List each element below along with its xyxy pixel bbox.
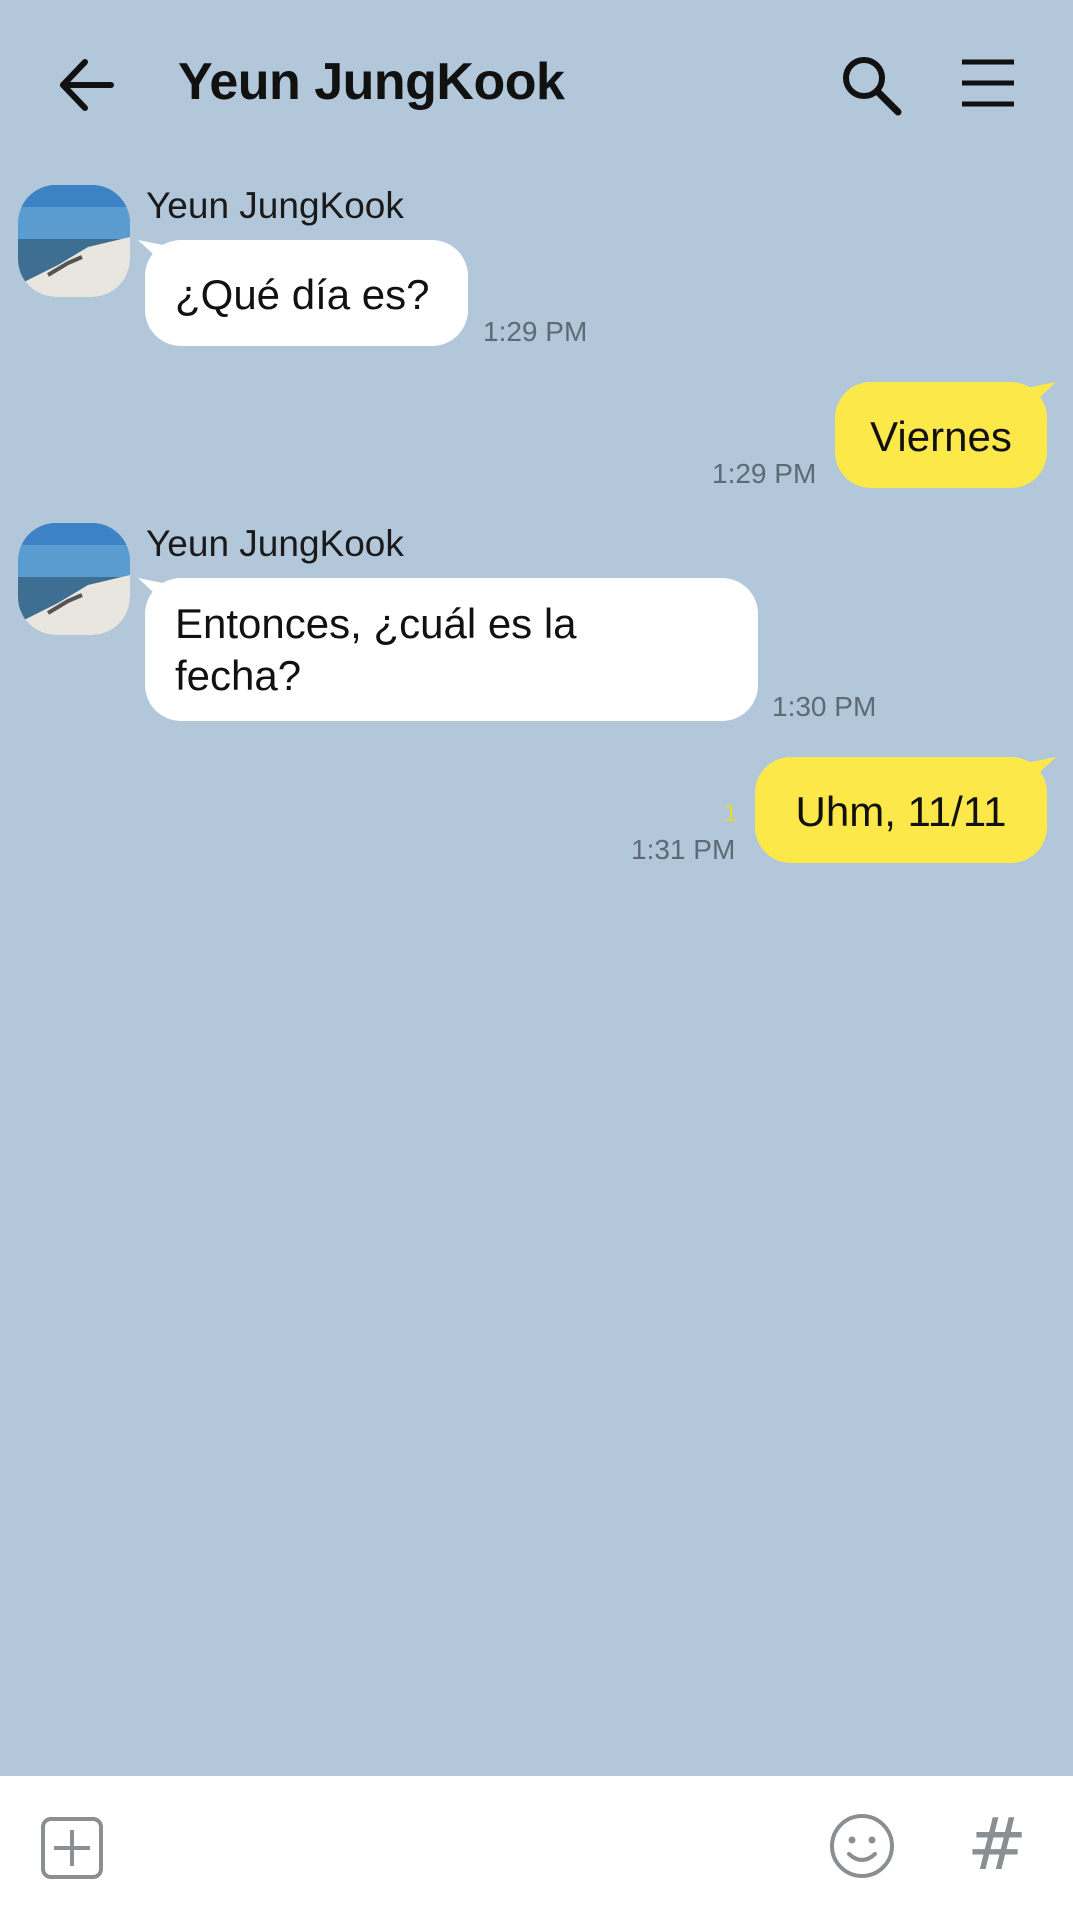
emoji-button[interactable] — [828, 1812, 896, 1880]
attach-button[interactable] — [40, 1816, 104, 1880]
sender-name: Yeun JungKook — [146, 523, 404, 564]
contact-avatar[interactable] — [18, 523, 130, 635]
chat-title: Yeun JungKook — [178, 53, 565, 111]
message-time: 1:29 PM — [483, 316, 588, 347]
message-time: 1:29 PM — [712, 458, 817, 489]
hashtag-button[interactable]: # — [962, 1804, 1032, 1884]
contact-avatar[interactable] — [18, 185, 130, 297]
message-bubble-incoming[interactable]: ¿Qué día es? — [145, 240, 468, 346]
bubble-tail — [1026, 382, 1056, 410]
sender-name: Yeun JungKook — [146, 185, 404, 226]
search-button[interactable] — [838, 52, 904, 118]
unread-count: 1 — [724, 800, 738, 827]
menu-button[interactable] — [960, 58, 1016, 108]
hamburger-menu-icon — [962, 59, 1014, 107]
beach-photo-icon — [18, 523, 130, 635]
message-text: ¿Qué día es? — [175, 271, 430, 318]
message-text: Viernes — [870, 413, 1012, 460]
back-button[interactable] — [55, 50, 125, 120]
smiley-icon — [830, 1814, 894, 1878]
message-bubble-incoming[interactable]: Entonces, ¿cuál es la fecha? — [145, 578, 758, 721]
add-square-icon — [41, 1817, 103, 1879]
message-bubble-outgoing[interactable]: Uhm, 11/11 — [755, 757, 1047, 863]
message-text-line: fecha? — [175, 652, 302, 699]
search-icon — [843, 57, 902, 116]
message-time: 1:30 PM — [772, 691, 877, 722]
chat-header: Yeun JungKook — [0, 0, 1073, 170]
bubble-tail — [1026, 757, 1056, 785]
message-text-line: Entonces, ¿cuál es la — [175, 600, 577, 647]
arrow-left-icon — [60, 59, 114, 111]
message-bubble-outgoing[interactable]: Viernes — [835, 382, 1047, 488]
message-time: 1:31 PM — [631, 834, 736, 865]
beach-photo-icon — [18, 185, 130, 297]
message-text: Uhm, 11/11 — [795, 788, 1007, 835]
chat-input-bar[interactable]: # — [0, 1776, 1073, 1920]
